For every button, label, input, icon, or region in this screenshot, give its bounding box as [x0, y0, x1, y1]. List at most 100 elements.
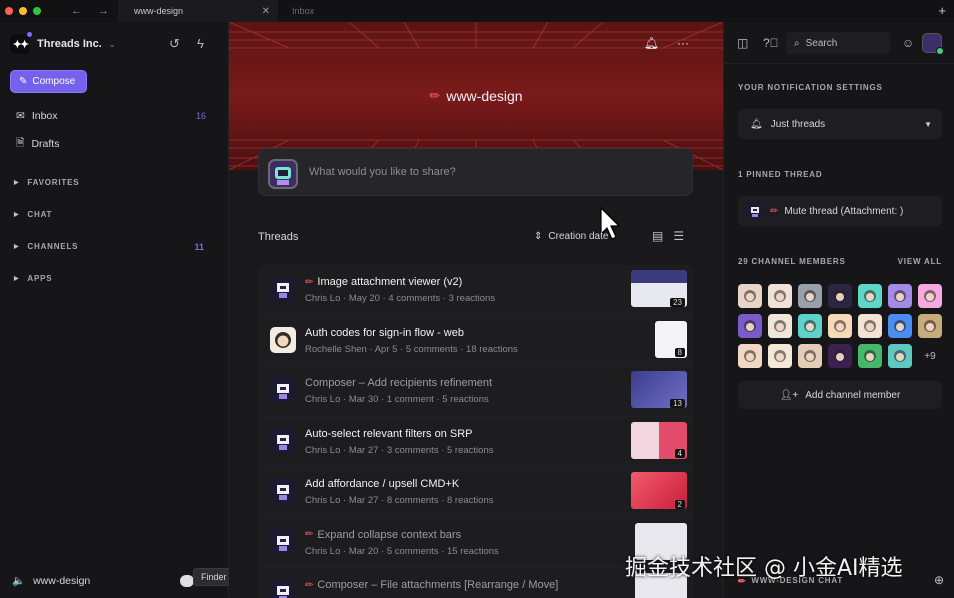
sidebar-section-chat[interactable]: ▶ CHAT — [14, 210, 210, 219]
minimize-window-button[interactable] — [19, 7, 27, 15]
thread-avatar — [746, 202, 764, 220]
close-icon[interactable]: ✕ — [262, 6, 270, 17]
sidebar-item-inbox[interactable]: ✉ Inbox 16 — [16, 110, 212, 122]
emoji-icon[interactable]: ☺ — [902, 36, 914, 50]
member-avatar[interactable] — [798, 314, 822, 338]
thread-title-text: Add affordance / upsell CMD+K — [305, 478, 460, 490]
thread-row[interactable]: Add affordance / upsell CMD+K Chris Lo · … — [258, 467, 693, 518]
profile-avatar[interactable] — [922, 33, 944, 55]
member-avatar[interactable] — [858, 284, 882, 308]
view-all-members-link[interactable]: VIEW ALL — [898, 257, 942, 266]
more-options-icon[interactable]: ··· — [677, 36, 689, 50]
expand-triangle-icon: ▶ — [14, 276, 20, 282]
workspace-switcher[interactable]: ✦✦ Threads Inc. ⌄ — [10, 32, 116, 54]
member-avatar[interactable] — [768, 344, 792, 368]
list-view-icon[interactable]: ☰ — [673, 229, 684, 243]
member-avatar[interactable] — [738, 284, 762, 308]
add-user-icon: 👤︎+ — [779, 389, 799, 401]
member-avatar[interactable] — [828, 344, 852, 368]
sidebar-toggle-icon[interactable]: ◫ — [737, 36, 748, 50]
notification-setting-dropdown[interactable]: 🔔︎ Just threads ▼ — [738, 109, 942, 139]
composer-placeholder: What would you like to share? — [309, 166, 456, 178]
thread-title: ✏ Composer – File attachments [Rearrange … — [305, 579, 558, 591]
sidebar-item-label: Inbox — [31, 110, 58, 122]
sort-arrows-icon: ⇕ — [534, 231, 543, 242]
member-avatar[interactable] — [888, 314, 912, 338]
attachment-count-badge: 8 — [674, 348, 685, 357]
section-label: APPS — [27, 274, 53, 283]
member-avatar[interactable] — [858, 344, 882, 368]
more-members-count[interactable]: +9 — [918, 344, 942, 368]
thread-title: Auth codes for sign-in flow - web — [305, 327, 464, 339]
tab-inbox[interactable]: Inbox — [292, 0, 314, 22]
section-label: CHANNELS — [27, 242, 79, 251]
author-avatar — [270, 427, 296, 454]
tab-label: www-design — [134, 6, 184, 16]
help-icon[interactable]: ?⃝ — [763, 36, 779, 50]
member-avatar[interactable] — [798, 284, 822, 308]
member-avatar[interactable] — [858, 314, 882, 338]
back-arrow-icon[interactable]: ← — [71, 5, 82, 17]
sidebar-section-apps[interactable]: ▶ APPS — [14, 274, 210, 283]
history-icon[interactable]: ↺ — [169, 36, 180, 52]
inbox-icon: ✉ — [16, 110, 25, 122]
sort-dropdown[interactable]: ⇕ Creation date — [534, 231, 608, 242]
expand-triangle-icon: ▶ — [14, 180, 20, 186]
member-avatar[interactable] — [888, 284, 912, 308]
add-member-label: Add channel member — [805, 389, 901, 401]
member-avatar[interactable] — [738, 314, 762, 338]
attachment-count-badge: 4 — [674, 449, 685, 458]
author-avatar — [270, 377, 296, 403]
thread-title-text: Composer – Add recipients refinement — [305, 377, 493, 389]
bell-icon[interactable]: 🔔︎ — [644, 36, 659, 50]
speaker-icon: 🔈 — [12, 575, 26, 587]
thread-composer[interactable]: What would you like to share? — [258, 148, 693, 196]
card-view-icon[interactable]: ▤ — [652, 229, 663, 243]
section-label: CHAT — [27, 210, 53, 219]
add-channel-member-button[interactable]: 👤︎+ Add channel member — [738, 381, 942, 409]
tab-www-design[interactable]: www-design ✕ — [118, 0, 278, 22]
member-avatar[interactable] — [888, 344, 912, 368]
thread-row[interactable]: Composer – Add recipients refinement Chri… — [258, 366, 693, 417]
right-toolbar: ◫ ?⃝ ⌕ Search ☺ — [724, 22, 954, 64]
sidebar-item-drafts[interactable]: 🗎 Drafts — [16, 135, 212, 153]
member-avatar[interactable] — [768, 314, 792, 338]
member-avatar[interactable] — [828, 314, 852, 338]
thread-title: Composer – Add recipients refinement — [305, 377, 492, 389]
member-avatar[interactable] — [798, 344, 822, 368]
attachment-count-badge: 13 — [670, 398, 685, 408]
author-avatar — [270, 326, 296, 353]
lightning-icon[interactable]: ϟ — [197, 36, 204, 51]
forward-arrow-icon[interactable]: → — [98, 5, 109, 17]
huddle-channel-bar[interactable]: 🔈 www-design — [12, 574, 90, 588]
sidebar-section-channels[interactable]: ▶ CHANNELS 11 — [14, 242, 210, 252]
sidebar-item-label: Drafts — [31, 138, 60, 150]
sidebar: ✦✦ Threads Inc. ⌄ ↺ ϟ ✎ Compose ✉ Inbox … — [0, 22, 235, 598]
member-avatar[interactable] — [738, 344, 762, 368]
member-avatar[interactable] — [918, 314, 942, 338]
channel-details-panel: ◫ ?⃝ ⌕ Search ☺ YOUR NOTIFICATION SETTIN… — [723, 22, 954, 598]
thread-meta: Chris Lo · May 20 · 4 comments · 3 react… — [305, 293, 496, 304]
huddle-toggle[interactable] — [180, 575, 194, 587]
new-tab-plus-icon[interactable]: + — [938, 3, 946, 18]
thread-row[interactable]: Auto-select relevant filters on SRP Chris… — [258, 416, 693, 467]
member-avatar[interactable] — [828, 284, 852, 308]
zoom-window-button[interactable] — [33, 7, 41, 15]
thread-meta: Chris Lo · Mar 27 · 3 comments · 5 react… — [305, 444, 494, 456]
threads-header: Threads — [258, 231, 299, 243]
member-avatar[interactable] — [768, 284, 792, 308]
pinned-thread-item[interactable]: ✏ Mute thread (Attachment: ) — [738, 196, 942, 226]
member-avatar[interactable] — [918, 284, 942, 308]
close-window-button[interactable] — [5, 7, 13, 15]
add-circle-icon[interactable]: ⊕ — [934, 573, 944, 587]
thread-row[interactable]: ✏ Image attachment viewer (v2) Chris Lo · … — [258, 265, 693, 316]
sidebar-section-favorites[interactable]: ▶ FAVORITES — [14, 178, 210, 187]
thread-title: Add affordance / upsell CMD+K — [305, 478, 459, 490]
compose-button[interactable]: ✎ Compose — [10, 70, 87, 93]
thread-row[interactable]: Auth codes for sign-in flow - web Rochell… — [258, 315, 693, 366]
attachment-count-badge: 23 — [670, 297, 685, 307]
search-button[interactable]: ⌕ Search — [786, 32, 890, 54]
pencil-icon: ✏ — [305, 529, 314, 540]
author-avatar — [270, 579, 296, 598]
window-controls — [5, 7, 41, 15]
